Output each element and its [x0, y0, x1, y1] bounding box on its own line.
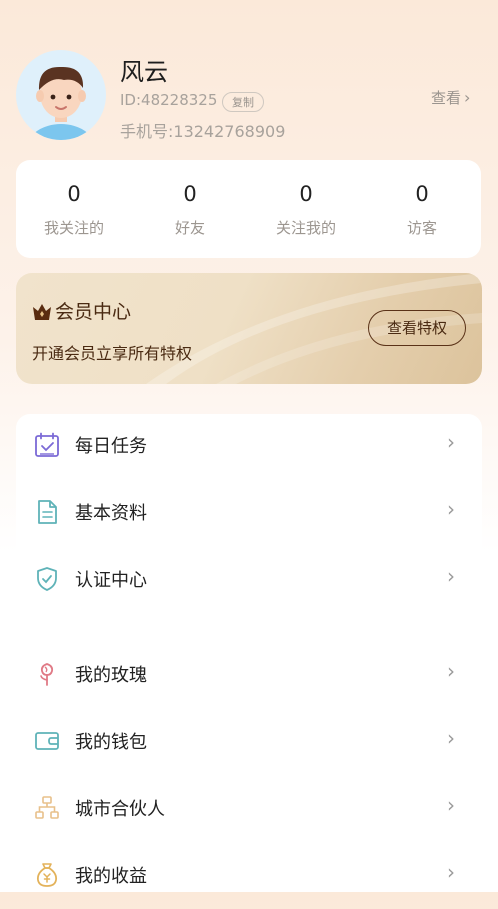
copy-id-button[interactable]: 复制 — [222, 92, 264, 112]
chevron-right-icon: › — [447, 430, 455, 454]
chevron-right-icon: › — [447, 564, 455, 588]
chevron-right-icon: › — [447, 497, 455, 521]
stats-card: 0 我关注的 0 好友 0 关注我的 0 访客 — [16, 160, 481, 258]
chevron-right-icon: › — [464, 88, 471, 107]
stat-label: 访客 — [406, 219, 437, 237]
menu-item-label: 每日任务 — [75, 436, 147, 457]
view-profile-link[interactable]: 查看 › — [431, 87, 470, 108]
chevron-right-icon: › — [447, 860, 455, 884]
stat-label: 我关注的 — [43, 219, 104, 237]
chevron-right-icon: › — [447, 659, 455, 683]
menu-item-label: 我的收益 — [75, 866, 147, 887]
stat-value: 0 — [415, 182, 429, 206]
menu-item-label: 我的玫瑰 — [75, 665, 147, 686]
vip-subtitle: 开通会员立享所有特权 — [32, 344, 193, 363]
vip-title: 会员中心 — [32, 297, 131, 324]
stat-visitors[interactable]: 0 访客 — [364, 182, 480, 238]
shield-check-icon — [37, 567, 57, 591]
view-profile-label: 查看 — [431, 89, 462, 107]
stat-label: 关注我的 — [275, 219, 336, 237]
avatar-image — [28, 66, 94, 140]
vip-title-text: 会员中心 — [55, 301, 132, 323]
stat-following[interactable]: 0 我关注的 — [16, 182, 132, 238]
stat-followers[interactable]: 0 关注我的 — [248, 182, 364, 238]
stat-value: 0 — [183, 182, 197, 206]
stat-friends[interactable]: 0 好友 — [132, 182, 248, 238]
menu-item-daily-tasks[interactable]: 每日任务 › — [0, 412, 498, 479]
menu-item-my-wallet[interactable]: 我的钱包 › — [0, 708, 498, 775]
wallet-icon — [35, 732, 59, 750]
menu-item-label: 我的钱包 — [75, 732, 147, 753]
menu-item-label: 城市合伙人 — [75, 799, 165, 820]
view-privileges-button[interactable]: 查看特权 — [368, 310, 466, 346]
menu-item-verification[interactable]: 认证中心 › — [0, 546, 498, 613]
chevron-right-icon: › — [447, 793, 455, 817]
document-icon — [38, 500, 57, 524]
user-id: ID:48228325 — [120, 91, 218, 109]
user-name: 风云 — [120, 58, 168, 86]
money-bag-icon — [36, 863, 58, 887]
menu-item-label: 认证中心 — [75, 570, 147, 591]
calendar-check-icon — [35, 432, 59, 457]
menu-item-basic-info[interactable]: 基本资料 › — [0, 479, 498, 546]
crown-icon — [33, 304, 51, 320]
stat-value: 0 — [67, 182, 81, 206]
menu-item-my-roses[interactable]: 我的玫瑰 › — [0, 641, 498, 708]
user-phone: 手机号:13242768909 — [120, 122, 286, 141]
vip-banner[interactable]: 会员中心 开通会员立享所有特权 查看特权 — [16, 273, 482, 384]
stat-label: 好友 — [174, 219, 205, 237]
menu-item-label: 基本资料 — [75, 503, 147, 524]
menu-item-city-partner[interactable]: 城市合伙人 › — [0, 775, 498, 842]
stat-value: 0 — [299, 182, 313, 206]
chevron-right-icon: › — [447, 726, 455, 750]
avatar[interactable] — [16, 50, 106, 140]
rose-icon — [40, 663, 54, 686]
partner-network-icon — [35, 796, 59, 819]
menu-item-my-earnings[interactable]: 我的收益 › — [0, 842, 498, 909]
